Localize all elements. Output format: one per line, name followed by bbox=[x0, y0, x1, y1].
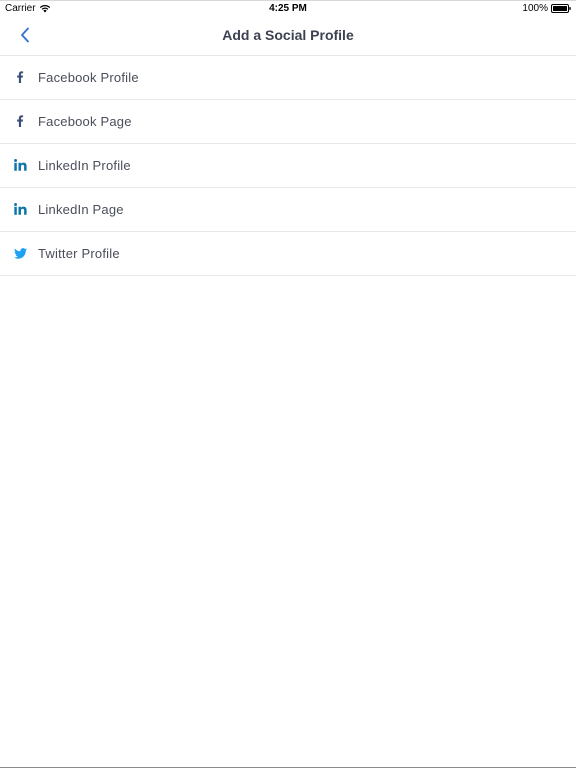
list-item-linkedin-profile[interactable]: LinkedIn Profile bbox=[0, 144, 576, 188]
status-bar: Carrier 4:25 PM 100% bbox=[0, 0, 576, 16]
list-item-label: Twitter Profile bbox=[38, 246, 120, 261]
list-item-label: Facebook Profile bbox=[38, 70, 139, 85]
list-item-facebook-profile[interactable]: Facebook Profile bbox=[0, 56, 576, 100]
twitter-icon bbox=[13, 245, 27, 261]
page-title: Add a Social Profile bbox=[222, 27, 354, 43]
battery-icon bbox=[551, 4, 571, 13]
screen: Carrier 4:25 PM 100% Add a Social Profil… bbox=[0, 0, 576, 768]
list-item-linkedin-page[interactable]: LinkedIn Page bbox=[0, 188, 576, 232]
facebook-icon bbox=[13, 113, 27, 129]
list-item-twitter-profile[interactable]: Twitter Profile bbox=[0, 232, 576, 276]
battery-label: 100% bbox=[522, 3, 548, 14]
list-item-label: LinkedIn Page bbox=[38, 202, 124, 217]
facebook-icon bbox=[13, 69, 27, 85]
social-profile-list: Facebook Profile Facebook Page LinkedIn … bbox=[0, 56, 576, 276]
status-time: 4:25 PM bbox=[269, 3, 307, 14]
nav-bar: Add a Social Profile bbox=[0, 16, 576, 56]
list-item-label: LinkedIn Profile bbox=[38, 158, 131, 173]
list-item-facebook-page[interactable]: Facebook Page bbox=[0, 100, 576, 144]
linkedin-icon bbox=[13, 157, 27, 173]
list-item-label: Facebook Page bbox=[38, 114, 132, 129]
linkedin-icon bbox=[13, 201, 27, 217]
status-battery: 100% bbox=[522, 3, 571, 14]
